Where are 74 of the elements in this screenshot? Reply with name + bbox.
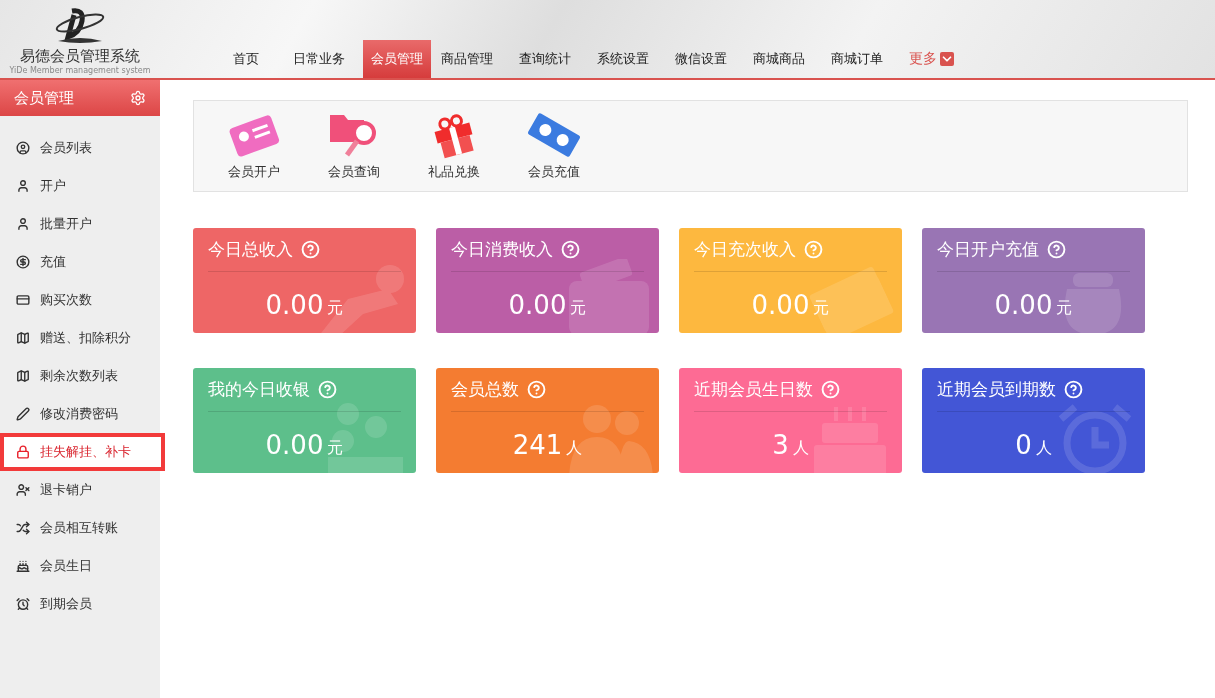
stat-value: 0.00 [265,289,324,320]
stat-title: 今日开户充值 [937,238,1039,261]
stat-unit: 元 [813,298,830,319]
help-icon[interactable] [1047,240,1066,259]
stat-unit: 元 [1056,298,1073,319]
nav-tab[interactable]: 商城订单 [823,40,891,78]
nav-tab[interactable]: 商城商品 [745,40,813,78]
alarm-icon [16,597,30,611]
dollar-icon [16,255,30,269]
nav-tab[interactable]: 商品管理 [433,40,501,78]
sidebar-item[interactable]: 剩余次数列表 [0,357,160,395]
sidebar-item[interactable]: 购买次数 [0,281,160,319]
stat-unit: 人 [1035,438,1052,459]
more-menu[interactable]: 更多 [909,40,954,78]
shortcut-button[interactable]: 会员充值 [504,101,604,191]
settings-icon[interactable] [130,90,146,106]
nav-tab[interactable]: 微信设置 [667,40,735,78]
sidebar-item[interactable]: 退卡销户 [0,471,160,509]
stat-unit: 元 [570,298,587,319]
brand-name: 易德会员管理系统 [20,47,140,66]
nav-tab[interactable]: 系统设置 [589,40,657,78]
lock-icon [16,445,30,459]
shortcut-button[interactable]: 礼品兑换 [404,101,504,191]
map-icon [16,369,30,383]
shortcut-button[interactable]: 会员查询 [304,101,404,191]
user-icon [16,217,30,231]
sidebar-item[interactable]: 充值 [0,243,160,281]
stat-unit: 人 [792,438,809,459]
sidebar-item[interactable]: 到期会员 [0,585,160,623]
stat-unit: 人 [566,438,583,459]
pen-icon [16,407,30,421]
stat-title: 今日消费收入 [451,238,553,261]
stat-title: 今日充次收入 [694,238,796,261]
sidebar-item[interactable]: 赠送、扣除积分 [0,319,160,357]
stat-title: 我的今日收银 [208,378,310,401]
stat-value: 0.00 [994,289,1053,320]
stat-unit: 元 [327,298,344,319]
stat-value: 0.00 [751,289,810,320]
sidebar-item[interactable]: 批量开户 [0,205,160,243]
stat-value: 241 [512,429,563,460]
sidebar-title: 会员管理 [14,88,74,108]
stat-value: 0.00 [508,289,567,320]
help-icon[interactable] [821,380,840,399]
stat-value: 3 [772,429,789,460]
stat-unit: 元 [327,438,344,459]
stat-title: 会员总数 [451,378,519,401]
nav-tab[interactable]: 日常业务 [285,40,353,78]
sidebar-item[interactable]: 修改消费密码 [0,395,160,433]
stat-title: 近期会员到期数 [937,378,1056,401]
help-icon[interactable] [527,380,546,399]
help-icon[interactable] [301,240,320,259]
stat-title: 今日总收入 [208,238,293,261]
sidebar-item[interactable]: 会员列表 [0,129,160,167]
stat-value: 0.00 [265,429,324,460]
userx-icon [16,483,30,497]
stat-title: 近期会员生日数 [694,378,813,401]
nav-tab[interactable]: 会员管理 [363,40,431,78]
nav-tab[interactable]: 查询统计 [511,40,579,78]
stat-value: 0 [1015,429,1032,460]
sidebar-item[interactable]: 开户 [0,167,160,205]
shuffle-icon [16,521,30,535]
usercircle-icon [16,141,30,155]
user-icon [16,179,30,193]
nav-tab[interactable]: 首页 [217,40,275,78]
help-icon[interactable] [1064,380,1083,399]
sidebar-item[interactable]: 挂失解挂、补卡 [0,433,165,471]
map-icon [16,331,30,345]
brand-subtitle: YiDe Member management system [9,66,151,75]
chevron-down-icon [940,52,954,66]
sidebar-item[interactable]: 会员相互转账 [0,509,160,547]
help-icon[interactable] [561,240,580,259]
sidebar-item[interactable]: 会员生日 [0,547,160,585]
cake-icon [16,559,30,573]
shortcut-button[interactable]: 会员开户 [204,101,304,191]
